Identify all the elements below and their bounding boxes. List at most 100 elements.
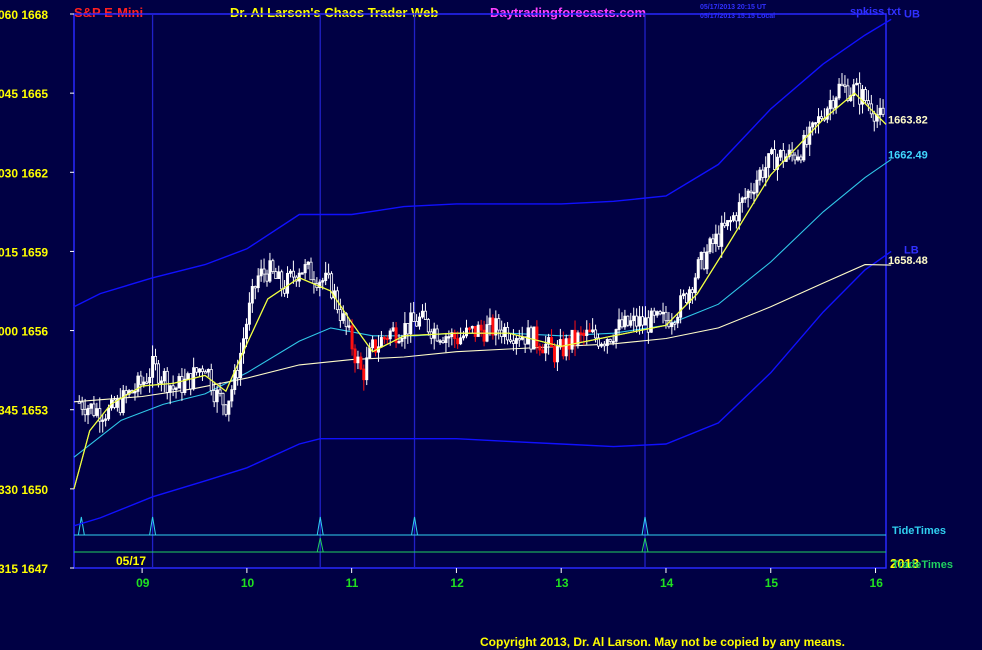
candle-body	[514, 338, 518, 344]
candle-body	[268, 260, 272, 282]
candle-body	[406, 323, 410, 335]
candle-body	[723, 222, 727, 227]
candle-body	[435, 328, 439, 342]
candle-body	[770, 149, 774, 154]
candle-body	[118, 398, 122, 414]
candle-body	[441, 340, 445, 344]
y-tick-label: 030 1662	[0, 166, 48, 180]
candle-body	[388, 330, 392, 340]
candle-body	[244, 323, 248, 340]
candle-body	[825, 108, 829, 120]
candle-body	[652, 310, 656, 316]
candle-body	[767, 153, 771, 168]
candle-body	[526, 327, 530, 345]
candle-body	[400, 338, 404, 342]
candle-body	[462, 335, 466, 339]
y-tick-label: 345 1653	[0, 404, 48, 418]
candle-body	[491, 317, 495, 336]
copyright: Copyright 2013, Dr. Al Larson. May not b…	[480, 635, 845, 649]
candle-body	[224, 404, 228, 415]
candle-body	[731, 215, 735, 221]
candle-body	[734, 215, 738, 222]
candle-body	[148, 376, 152, 384]
y-tick-label: 000 1656	[0, 325, 48, 339]
candle-body	[291, 270, 295, 278]
candle-body	[705, 251, 709, 270]
candle-body	[608, 339, 612, 342]
candle-body	[180, 376, 184, 393]
candle-body	[215, 389, 219, 403]
candle-body	[550, 337, 554, 348]
candle-body	[154, 355, 158, 365]
candle-body	[881, 107, 885, 115]
candle-body	[585, 329, 589, 336]
candle-body	[690, 289, 694, 294]
candle-body	[488, 317, 492, 325]
candle-body	[635, 315, 639, 327]
candle-body	[467, 327, 471, 330]
candle-body	[206, 369, 210, 373]
candle-body	[256, 275, 260, 289]
candle-body	[271, 260, 275, 273]
candle-body	[444, 336, 448, 344]
candle-body	[717, 233, 721, 247]
candle-body	[133, 390, 137, 394]
value-label-cyan: 1662.49	[888, 149, 928, 161]
candle-body	[511, 340, 515, 344]
candle-body	[121, 390, 125, 414]
candle-body	[611, 340, 615, 344]
candle-body	[151, 355, 155, 378]
value-label-yellow: 1663.82	[888, 114, 928, 126]
candle-body	[752, 191, 756, 195]
candle-body	[162, 370, 166, 382]
candle-body	[438, 340, 442, 343]
candle-body	[168, 385, 172, 393]
candle-body	[139, 375, 143, 385]
candle-body	[412, 312, 416, 322]
x-tick-label: 12	[450, 576, 464, 590]
candle-body	[649, 310, 653, 333]
candle-body	[632, 315, 636, 322]
candle-body	[711, 238, 715, 245]
candle-body	[476, 324, 480, 337]
candle-body	[423, 310, 427, 320]
symbol-label: S&P E-Mini	[74, 5, 143, 20]
value-label-white: 1658.48	[888, 255, 928, 267]
candle-body	[259, 268, 263, 277]
candle-body	[171, 385, 175, 390]
candle-body	[778, 149, 782, 158]
candle-body	[300, 272, 304, 275]
candle-body	[629, 320, 633, 326]
candle-body	[773, 149, 777, 170]
x-tick-label: 09	[136, 576, 150, 590]
candle-body	[620, 319, 624, 328]
candle-body	[77, 401, 81, 404]
candle-body	[107, 407, 111, 420]
candle-body	[570, 329, 574, 350]
candle-body	[582, 332, 586, 336]
candle-body	[796, 156, 800, 161]
candle-body	[321, 280, 325, 283]
candle-body	[564, 338, 568, 357]
candle-body	[420, 310, 424, 318]
candle-body	[124, 390, 128, 395]
candle-body	[840, 83, 844, 87]
x-tick-label: 16	[870, 576, 884, 590]
candle-body	[142, 381, 146, 385]
candle-body	[814, 122, 818, 125]
candle-body	[638, 316, 642, 327]
candle-body	[156, 363, 160, 384]
candle-body	[203, 371, 207, 374]
candle-body	[174, 387, 178, 390]
candle-body	[456, 338, 460, 345]
candle-body	[676, 316, 680, 324]
candle-body	[283, 288, 287, 294]
candle-body	[858, 82, 862, 105]
candle-body	[866, 100, 870, 105]
candle-body	[341, 313, 345, 321]
y-tick-label: 045 1665	[0, 87, 48, 101]
candle-body	[817, 116, 821, 124]
candle-body	[470, 325, 474, 329]
candle-body	[808, 126, 812, 145]
y-tick-label: 015 1659	[0, 245, 48, 259]
